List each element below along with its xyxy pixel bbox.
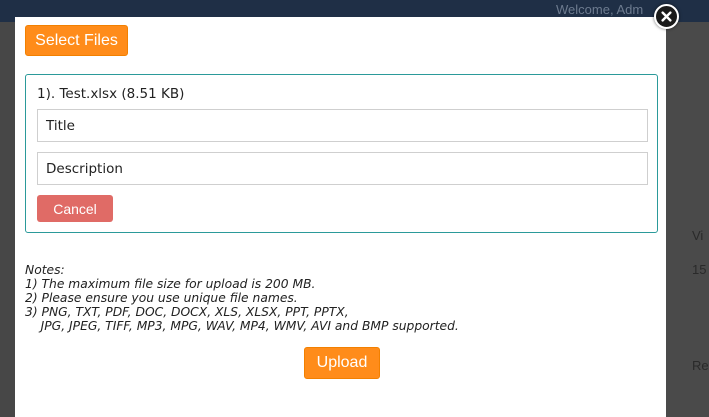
notes-line: 1) The maximum file size for upload is 2… — [25, 277, 316, 291]
notes-heading: Notes: — [25, 263, 65, 277]
cancel-button[interactable]: Cancel — [37, 195, 113, 222]
select-files-button[interactable]: Select Files — [25, 25, 128, 56]
notes-line: 2) Please ensure you use unique file nam… — [25, 291, 298, 305]
notes-line: JPG, JPEG, TIFF, MP3, MPG, WAV, MP4, WMV… — [25, 319, 459, 333]
background-panel-text: Re — [692, 358, 709, 373]
description-field[interactable]: Description — [37, 152, 648, 185]
close-dialog-button[interactable] — [654, 4, 679, 29]
close-icon — [661, 11, 672, 22]
description-field-value: Description — [46, 160, 123, 177]
background-welcome-text: Welcome, Adm — [556, 2, 644, 17]
notes-line: 3) PNG, TXT, PDF, DOC, DOCX, XLS, XLSX, … — [25, 305, 349, 319]
background-panel-text: 15 — [692, 262, 707, 277]
upload-button[interactable]: Upload — [304, 347, 380, 379]
upload-notes: Notes: 1) The maximum file size for uploa… — [25, 263, 459, 333]
title-field-value: Title — [46, 117, 75, 134]
file-name-label: 1). Test.xlsx (8.51 KB) — [37, 86, 185, 102]
title-field[interactable]: Title — [37, 109, 648, 142]
file-upload-card: 1). Test.xlsx (8.51 KB) Title Descriptio… — [25, 74, 658, 233]
background-panel-text: Vi — [692, 228, 704, 243]
